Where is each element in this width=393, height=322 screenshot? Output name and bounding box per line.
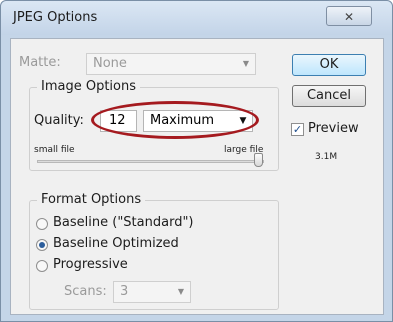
preview-checkbox[interactable]: ✓ [291,123,304,136]
matte-select[interactable]: None ▼ [86,53,256,75]
chevron-down-icon: ▼ [242,59,250,68]
scans-select[interactable]: 3 ▼ [113,281,191,303]
radio-label-baseline-optimized: Baseline Optimized [53,236,179,251]
small-file-label: small file [34,145,75,155]
quality-slider-thumb[interactable] [254,153,263,167]
radio-label-progressive: Progressive [53,257,128,272]
matte-select-value: None [93,56,127,71]
matte-label: Matte: [19,55,61,70]
jpeg-options-dialog: JPEG Options ✕ Matte: None ▼ Image Optio… [0,0,393,322]
radio-baseline-optimized[interactable] [36,239,48,251]
radio-baseline-standard[interactable] [36,218,48,230]
quality-label: Quality: [34,113,84,128]
quality-slider-track[interactable] [37,160,264,163]
radio-progressive[interactable] [36,260,48,272]
file-size-readout: 3.1M [315,152,338,162]
scans-value: 3 [120,284,129,299]
scans-label: Scans: [64,284,107,299]
close-icon: ✕ [343,10,355,24]
cancel-button[interactable]: Cancel [292,85,366,107]
highlight-annotation [91,101,259,139]
chevron-down-icon: ▼ [177,287,185,296]
ok-button[interactable]: OK [292,54,366,76]
image-options-title: Image Options [37,79,141,94]
checkmark-icon: ✓ [292,123,303,136]
title-bar[interactable]: JPEG Options ✕ [1,1,392,35]
close-button[interactable]: ✕ [326,6,372,26]
dialog-body: Matte: None ▼ Image Options Quality: 12 … [10,38,384,315]
dialog-title: JPEG Options [13,10,98,25]
radio-label-baseline-standard: Baseline ("Standard") [53,215,194,230]
format-options-title: Format Options [37,192,146,207]
preview-label: Preview [308,121,359,136]
